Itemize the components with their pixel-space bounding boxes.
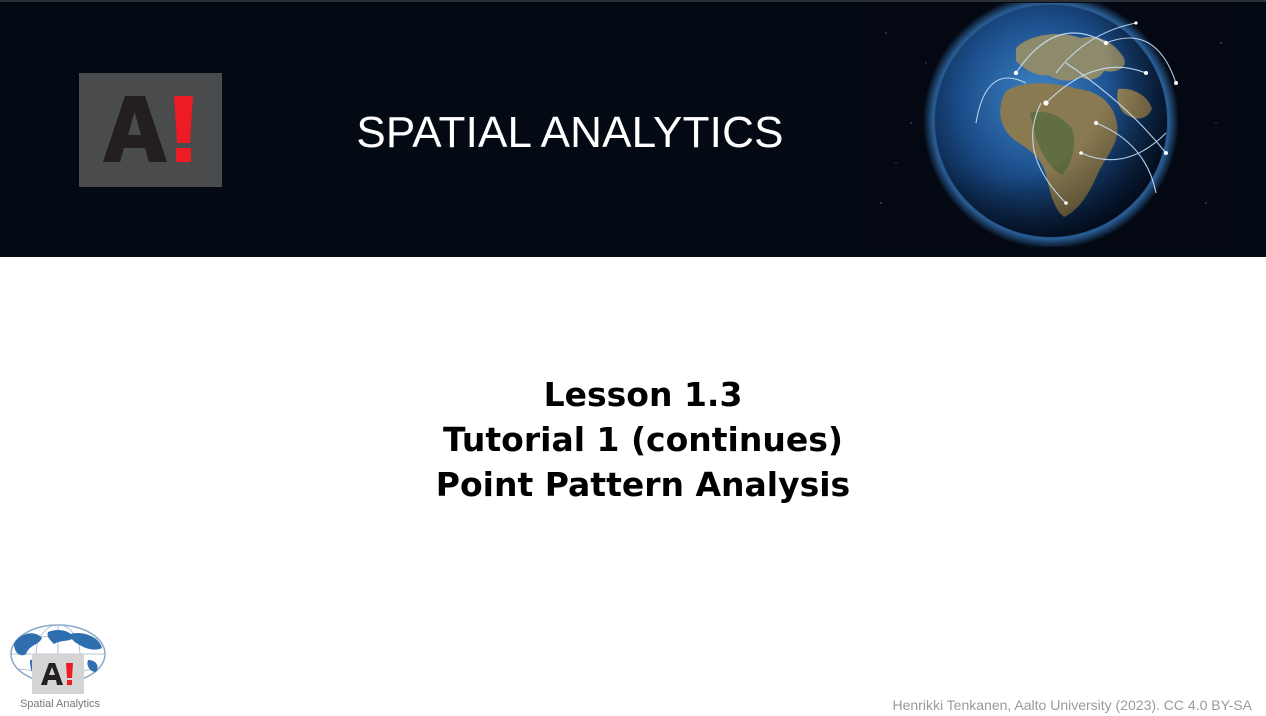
- tutorial-title: Tutorial 1 (continues): [443, 420, 843, 459]
- spatial-analytics-logo: [8, 624, 108, 694]
- lesson-title-block: Lesson 1.3 Tutorial 1 (continues) Point …: [0, 372, 1266, 507]
- earth-globe-image: [866, 3, 1237, 247]
- credit-line: Henrikki Tenkanen, Aalto University (202…: [892, 697, 1252, 713]
- topic-title: Point Pattern Analysis: [435, 465, 851, 504]
- spatial-analytics-label: Spatial Analytics: [19, 698, 101, 710]
- aalto-logo: [79, 73, 222, 187]
- slide: SPATIAL ANALYTICS Lesson 1.3 Tutorial 1 …: [0, 0, 1266, 716]
- course-title: SPATIAL ANALYTICS: [356, 108, 784, 157]
- lesson-number: Lesson 1.3: [543, 375, 743, 414]
